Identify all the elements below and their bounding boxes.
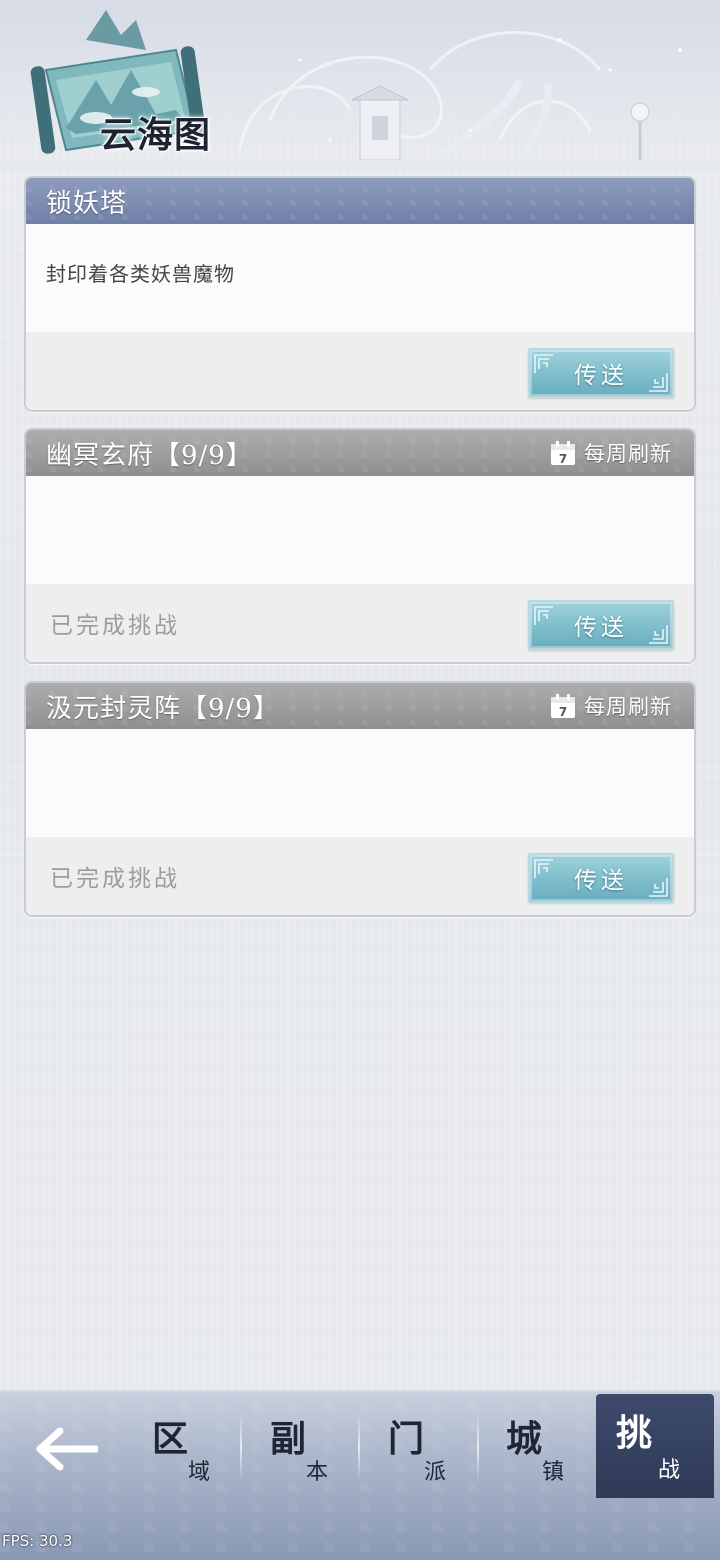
weekly-refresh-indicator: 7 每周刷新 [550,683,672,729]
card-title: 汲元封灵阵【9/9】 [46,693,280,724]
tab-label-sub: 派 [424,1460,447,1485]
tab-region[interactable]: 区 域 [122,1404,238,1496]
card-header: 汲元封灵阵【9/9】 7 每周刷新 [26,683,694,729]
teleport-button-label: 传送 [574,615,628,641]
tab-label-main: 门 [388,1418,425,1460]
card-body: 封印着各类妖兽魔物 [26,224,694,332]
card-title: 锁妖塔 [46,188,128,219]
back-arrow-icon [36,1427,98,1471]
calendar-icon: 7 [551,441,575,466]
pavilion-illustration [351,85,409,161]
corner-ornament-icon [649,373,668,392]
scroll-map-emblem: 云海图 [26,10,246,165]
back-button[interactable] [28,1418,104,1480]
tab-label-main: 城 [506,1418,543,1460]
dungeon-card-netherworld-mansion: 幽冥玄府【9/9】 7 每周刷新 已完成挑战 传送 [24,428,696,664]
tab-sect[interactable]: 门 派 [358,1404,474,1496]
header-banner: 云海图 [0,0,720,172]
tab-label-sub: 本 [306,1460,329,1485]
card-body [26,729,694,837]
completion-status: 已完成挑战 [50,866,180,892]
tab-label-sub: 域 [188,1460,211,1485]
card-body [26,476,694,584]
tab-town[interactable]: 城 镇 [476,1404,592,1496]
teleport-button[interactable]: 传送 [528,600,674,650]
dungeon-card-spirit-seal-array: 汲元封灵阵【9/9】 7 每周刷新 已完成挑战 传送 [24,681,696,917]
completion-status: 已完成挑战 [50,613,180,639]
corner-ornament-icon [649,625,668,644]
card-header: 幽冥玄府【9/9】 7 每周刷新 [26,430,694,476]
refresh-label: 每周刷新 [584,442,672,466]
card-footer: 已完成挑战 传送 [26,837,694,915]
corner-ornament-icon [534,859,553,878]
svg-text:7: 7 [559,452,567,466]
weekly-refresh-indicator: 7 每周刷新 [550,430,672,476]
tab-label-main: 副 [270,1418,307,1460]
calendar-icon: 7 [551,694,575,719]
tab-label-sub: 战 [658,1458,681,1483]
teleport-button-label: 传送 [574,868,628,894]
svg-text:7: 7 [559,705,567,719]
corner-ornament-icon [534,354,553,373]
teleport-button[interactable]: 传送 [528,853,674,903]
tab-label-sub: 镇 [542,1460,565,1485]
dungeon-card-lock-demon-tower: 锁妖塔 封印着各类妖兽魔物 传送 [24,176,696,412]
corner-ornament-icon [534,606,553,625]
page-title: 云海图 [100,114,212,156]
teleport-button[interactable]: 传送 [528,348,674,398]
fps-counter: FPS: 30.3 [2,1532,73,1550]
card-header: 锁妖塔 [26,178,694,224]
corner-ornament-icon [649,878,668,897]
tab-dungeon[interactable]: 副 本 [240,1404,356,1496]
teleport-button-label: 传送 [574,363,628,389]
refresh-label: 每周刷新 [584,695,672,719]
card-description: 封印着各类妖兽魔物 [46,262,235,286]
tab-label-main: 区 [152,1418,189,1460]
bottom-navigation: 区 域 副 本 门 派 城 镇 挑 战 [0,1390,720,1560]
tab-challenge[interactable]: 挑 战 [596,1394,714,1498]
card-footer: 传送 [26,332,694,410]
card-title: 幽冥玄府【9/9】 [46,440,253,471]
tab-label-main: 挑 [616,1412,653,1454]
card-footer: 已完成挑战 传送 [26,584,694,662]
